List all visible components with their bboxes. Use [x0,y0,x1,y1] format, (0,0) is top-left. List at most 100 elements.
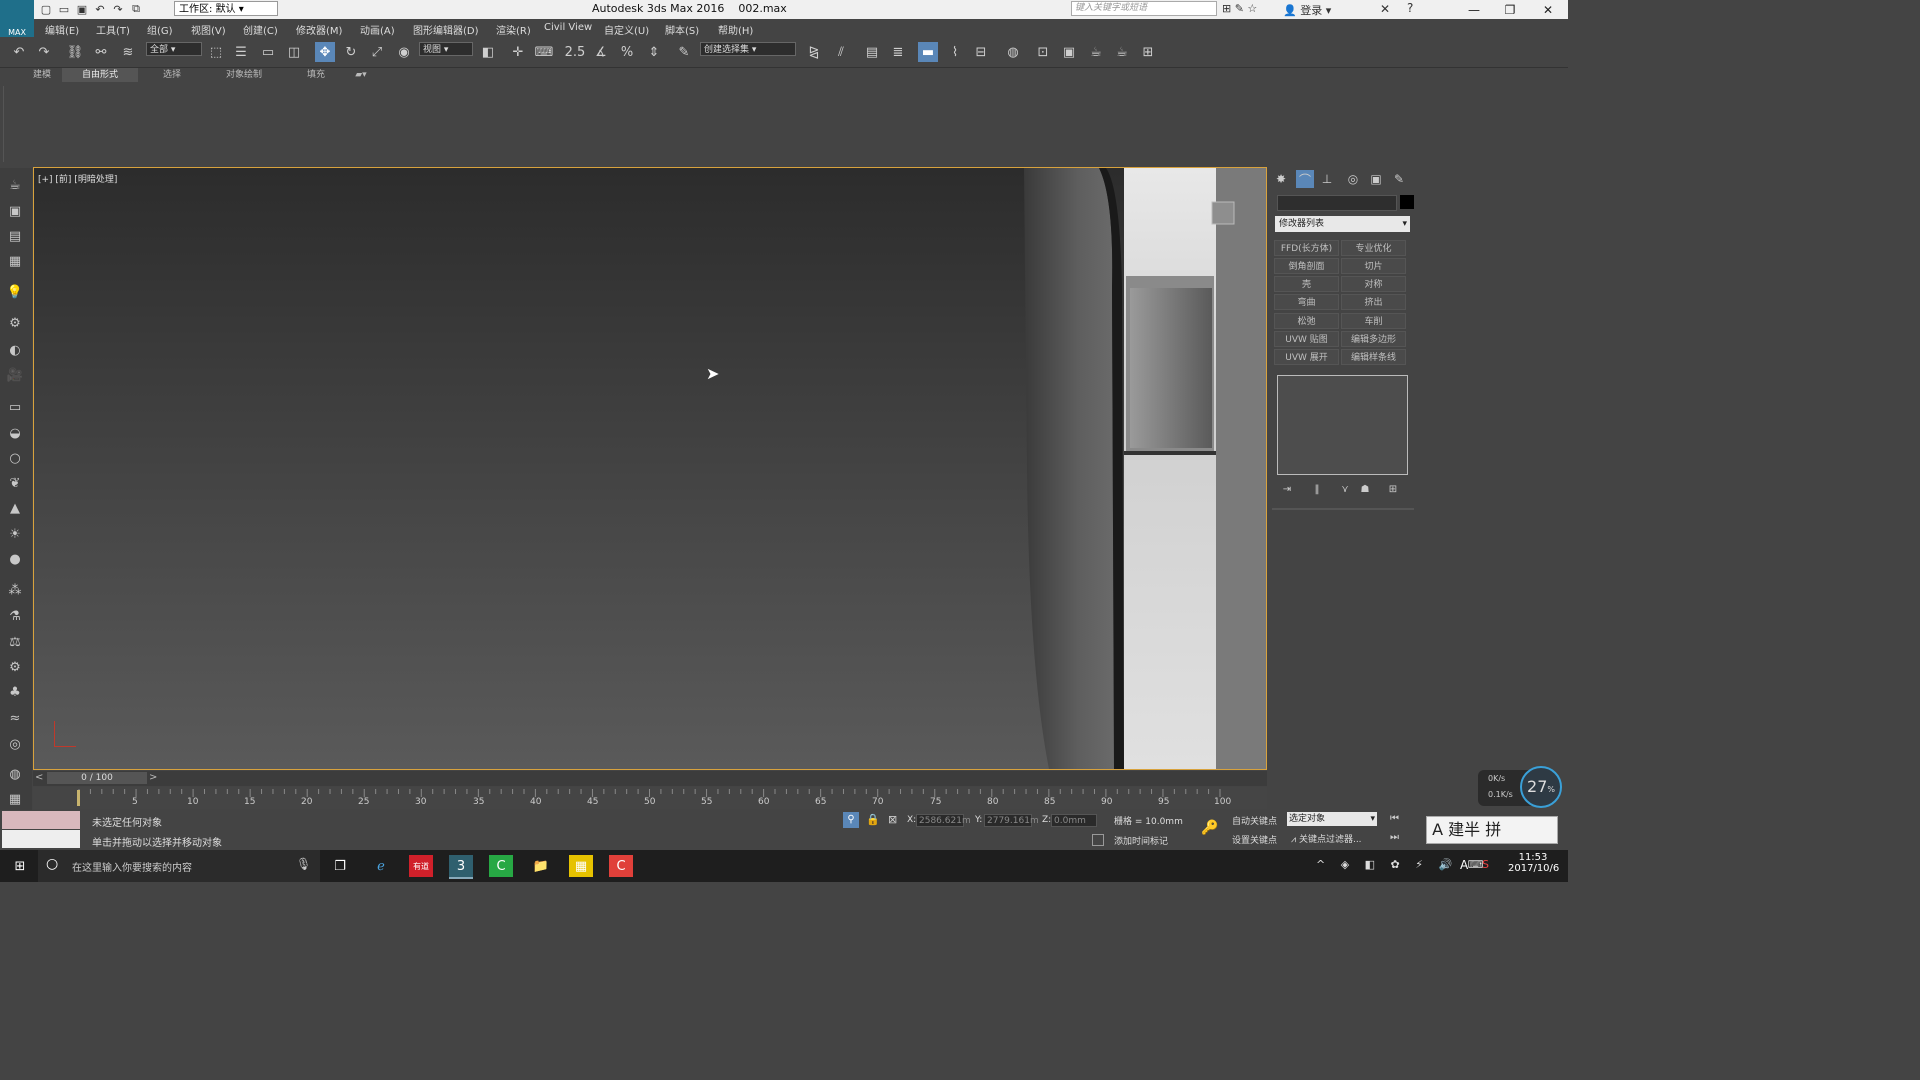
window-crossing-icon[interactable]: ◫ [284,42,304,62]
select-by-name-icon[interactable]: ☰ [231,42,251,62]
lock-icon[interactable]: 🔒 [866,813,880,826]
a360-render-icon[interactable]: ⊞ [1138,42,1158,62]
menu-modifiers[interactable]: 修改器(M) [296,22,342,37]
select-and-place-icon[interactable]: ◉ [394,42,414,62]
menu-create[interactable]: 创建(C) [243,22,278,37]
modifier-button-symmetry[interactable]: 对称 [1341,276,1406,292]
make-unique-icon[interactable]: ⋎ [1336,481,1354,497]
tab-populate[interactable]: 填充 [296,68,336,82]
material-editor-icon[interactable]: ◍ [1003,42,1023,62]
modifier-stack[interactable] [1277,375,1408,475]
maxscript-listener-pink[interactable] [2,811,80,829]
sphere-icon[interactable]: ○ [5,448,25,468]
restore-button[interactable]: ❐ [1492,0,1528,19]
gear-icon[interactable]: ⚙ [5,657,25,677]
add-time-tag[interactable]: 添加时间标记 [1114,834,1168,847]
motion-panel-icon[interactable]: ◎ [1344,170,1362,188]
sun-icon[interactable]: ☀ [5,524,25,544]
create-panel-icon[interactable]: ✸ [1272,170,1290,188]
show-end-result-icon[interactable]: ‖ [1308,481,1326,497]
menu-group[interactable]: 组(G) [147,22,173,37]
taskbar-search[interactable]: ○ 在这里输入你要搜索的内容 🎙 [38,850,320,882]
y-coordinate-field[interactable]: 2779.161m [984,814,1039,827]
net-speed-gauge[interactable]: 27% [1520,766,1562,808]
modifier-button-pro-optimizer[interactable]: 专业优化 [1341,240,1406,256]
tab-object-paint[interactable]: 对象绘制 [216,68,272,82]
auto-key-button[interactable]: 自动关键点 [1232,814,1277,827]
tab-modeling[interactable]: 建模 [24,68,60,82]
modifier-button-uvw-map[interactable]: UVW 贴图 [1274,331,1339,347]
hierarchy-panel-icon[interactable]: ⊥ [1318,170,1336,188]
set-key-button[interactable]: 设置关键点 [1232,833,1277,846]
modifier-button-shell[interactable]: 壳 [1274,276,1339,292]
modifier-button-extrude[interactable]: 挤出 [1341,294,1406,310]
cone-icon[interactable]: ▲ [5,498,25,518]
login-button[interactable]: 👤 登录 ▾ [1283,2,1331,18]
mirror-icon[interactable]: ⧎ [804,42,824,62]
redo-icon[interactable]: ↷ [34,42,54,62]
globe-icon[interactable]: ● [5,549,25,569]
pivot-center-icon[interactable]: ◧ [478,42,498,62]
save-icon[interactable]: ▣ [74,1,90,17]
help-icon[interactable]: ? [1407,1,1413,15]
snaps-toggle-icon[interactable]: 2.5 [565,42,586,62]
remove-modifier-icon[interactable]: ☗ [1356,481,1374,497]
windows-start-icon[interactable]: ⊞ [8,855,32,877]
tab-freeform[interactable]: 自由形式 [62,68,138,82]
select-and-rotate-icon[interactable]: ↻ [341,42,361,62]
layers-icon[interactable]: ≣ [888,42,908,62]
x-coordinate-field[interactable]: 2586.621m [916,814,971,827]
unlink-icon[interactable]: ⚯ [91,42,111,62]
menu-rendering[interactable]: 渲染(R) [496,22,531,37]
exchange-icon[interactable]: ✕ [1380,2,1390,16]
camera-dolly-icon[interactable]: ⚙ [5,313,25,333]
modify-panel-icon[interactable]: ⌒ [1296,170,1314,188]
percent-snap-icon[interactable]: % [617,42,637,62]
menu-tools[interactable]: 工具(T) [96,22,130,37]
particles-icon[interactable]: ⁂ [5,580,25,600]
modifier-button-ffd-box[interactable]: FFD(长方体) [1274,240,1339,256]
modifier-list-dropdown[interactable]: 修改器列表 ▾ [1275,216,1410,232]
playback-controls-icon[interactable]: ⏭ [1390,832,1399,843]
menu-views[interactable]: 视图(V) [191,22,226,37]
modifier-button-bevel-profile[interactable]: 倒角剖面 [1274,258,1339,274]
isolate-selection-icon[interactable]: ⚲ [843,812,859,828]
minimize-button[interactable]: — [1456,0,1492,19]
modifier-button-relax[interactable]: 松弛 [1274,313,1339,329]
next-frame-icon[interactable]: > [149,772,157,783]
named-selection-dropdown[interactable]: 创建选择集 ▾ [700,42,796,56]
modifier-button-edit-spline[interactable]: 编辑样条线 [1341,349,1406,365]
menu-graph-editors[interactable]: 图形编辑器(D) [413,22,479,37]
modifier-button-slice[interactable]: 切片 [1341,258,1406,274]
undo-icon[interactable]: ↶ [92,1,108,17]
redo-icon[interactable]: ↷ [110,1,126,17]
maxscript-listener-white[interactable] [2,830,80,848]
new-icon[interactable]: ▢ [38,1,54,17]
helper-icon[interactable]: ◐ [5,340,25,360]
pin-stack-icon[interactable]: ⇥ [1278,481,1296,497]
plane-icon[interactable]: ▭ [5,397,25,417]
file-explorer-icon[interactable]: 📁 [529,855,553,877]
display-panel-icon[interactable]: ▣ [1367,170,1385,188]
input-method-indicator[interactable]: A [1460,858,1468,872]
layer-explorer-icon[interactable]: ▤ [862,42,882,62]
cloth-icon[interactable]: ◎ [5,734,25,754]
manipulate-icon[interactable]: ✛ [508,42,528,62]
sogou-icon[interactable]: S [1482,858,1489,871]
menu-customize[interactable]: 自定义(U) [604,22,649,37]
menu-edit[interactable]: 编辑(E) [45,22,79,37]
select-and-move-icon[interactable]: ✥ [315,42,335,62]
modifier-button-unwrap-uvw[interactable]: UVW 展开 [1274,349,1339,365]
list-icon[interactable]: ▤ [5,226,25,246]
go-to-start-icon[interactable]: ⏮ [1390,813,1399,824]
light-icon[interactable]: 💡 [5,282,25,302]
menu-help[interactable]: 帮助(H) [718,22,753,37]
modifier-button-lathe[interactable]: 车削 [1341,313,1406,329]
keyboard-shortcut-override-icon[interactable]: ⌨ [534,42,554,62]
time-slider[interactable]: < 0 / 100 > [33,771,1267,786]
rendered-frame-window-icon[interactable]: ▣ [1059,42,1079,62]
workspace-selector[interactable]: 工作区: 默认 ▾ [174,1,278,16]
time-tag-icon[interactable] [1092,834,1104,846]
youdao-icon[interactable]: 有道 [409,855,433,877]
configure-modifier-sets-icon[interactable]: ⊞ [1384,481,1402,497]
